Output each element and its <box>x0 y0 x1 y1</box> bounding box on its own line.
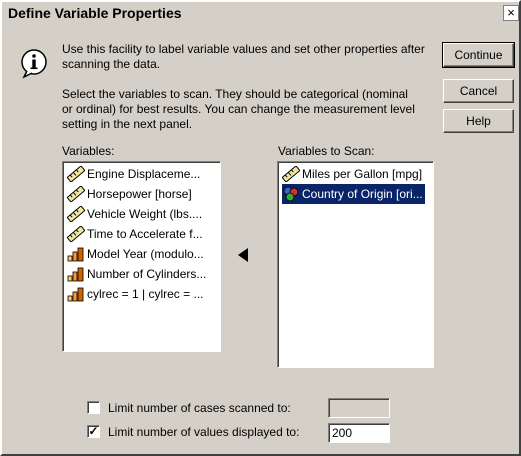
ordinal-bars-icon <box>67 266 87 282</box>
intro-text-line-1: Use this facility to label variable valu… <box>62 42 425 56</box>
nominal-balls-icon <box>282 186 302 202</box>
help-button[interactable]: Help <box>443 109 514 133</box>
select-text-line-1: Select the variables to scan. They shoul… <box>62 87 408 101</box>
variable-list-item[interactable]: Time to Accelerate f... <box>67 224 205 244</box>
ruler-scale-icon <box>67 206 87 222</box>
limit-values-input[interactable]: 200 <box>328 423 390 443</box>
variable-item-label: Vehicle Weight (lbs.... <box>87 207 203 221</box>
define-variable-properties-dialog: Define Variable Properties × Use this fa… <box>0 0 521 456</box>
limit-values-label: Limit number of values displayed to: <box>108 425 300 439</box>
scan-variable-item-label: Country of Origin [ori... <box>302 187 423 201</box>
ruler-scale-icon <box>67 186 87 202</box>
scan-variable-list-item[interactable]: Country of Origin [ori... <box>282 184 425 204</box>
select-text-line-3: setting in the next panel. <box>62 117 193 131</box>
variable-list-item[interactable]: Horsepower [horse] <box>67 184 194 204</box>
scan-variable-list-item[interactable]: Miles per Gallon [mpg] <box>282 164 424 184</box>
intro-text-line-2: scanning the data. <box>62 57 161 71</box>
limit-cases-checkbox[interactable] <box>87 401 100 414</box>
ruler-scale-icon <box>282 166 302 182</box>
variable-item-label: Engine Displaceme... <box>87 167 201 181</box>
close-icon: × <box>507 5 515 20</box>
close-button[interactable]: × <box>503 5 519 21</box>
ordinal-bars-icon <box>67 286 87 302</box>
ruler-scale-icon <box>67 166 87 182</box>
limit-cases-input[interactable] <box>328 398 390 418</box>
ruler-scale-icon <box>67 226 87 242</box>
variable-item-label: Time to Accelerate f... <box>87 227 203 241</box>
limit-values-check-mark: ✓ <box>88 424 99 438</box>
variables-label: Variables: <box>62 144 115 158</box>
variable-item-label: cylrec = 1 | cylrec = ... <box>87 287 204 301</box>
limit-values-checkbox[interactable]: ✓ <box>87 425 100 438</box>
variable-item-label: Number of Cylinders... <box>87 267 207 281</box>
variables-to-scan-listbox[interactable]: Miles per Gallon [mpg] Country of Origin … <box>277 161 434 368</box>
variables-listbox[interactable]: Engine Displaceme... Horsepower [horse] Ve… <box>62 161 221 352</box>
variable-list-item[interactable]: cylrec = 1 | cylrec = ... <box>67 284 205 304</box>
move-arrow-left-icon[interactable] <box>236 247 250 263</box>
variable-item-label: Model Year (modulo... <box>87 247 204 261</box>
variables-to-scan-label: Variables to Scan: <box>278 144 375 158</box>
variable-item-label: Horsepower [horse] <box>87 187 192 201</box>
info-icon <box>21 49 47 79</box>
ordinal-bars-icon <box>67 246 87 262</box>
limit-cases-label: Limit number of cases scanned to: <box>108 401 291 415</box>
title-bar[interactable]: Define Variable Properties × <box>2 2 519 24</box>
select-text-line-2: or ordinal) for best results. You can ch… <box>62 102 415 116</box>
scan-variable-item-label: Miles per Gallon [mpg] <box>302 167 423 181</box>
cancel-button[interactable]: Cancel <box>443 79 514 103</box>
variable-list-item[interactable]: Engine Displaceme... <box>67 164 202 184</box>
dialog-title: Define Variable Properties <box>8 5 182 21</box>
variable-list-item[interactable]: Vehicle Weight (lbs.... <box>67 204 204 224</box>
variable-list-item[interactable]: Model Year (modulo... <box>67 244 206 264</box>
continue-button[interactable]: Continue <box>442 42 515 68</box>
variable-list-item[interactable]: Number of Cylinders... <box>67 264 208 284</box>
